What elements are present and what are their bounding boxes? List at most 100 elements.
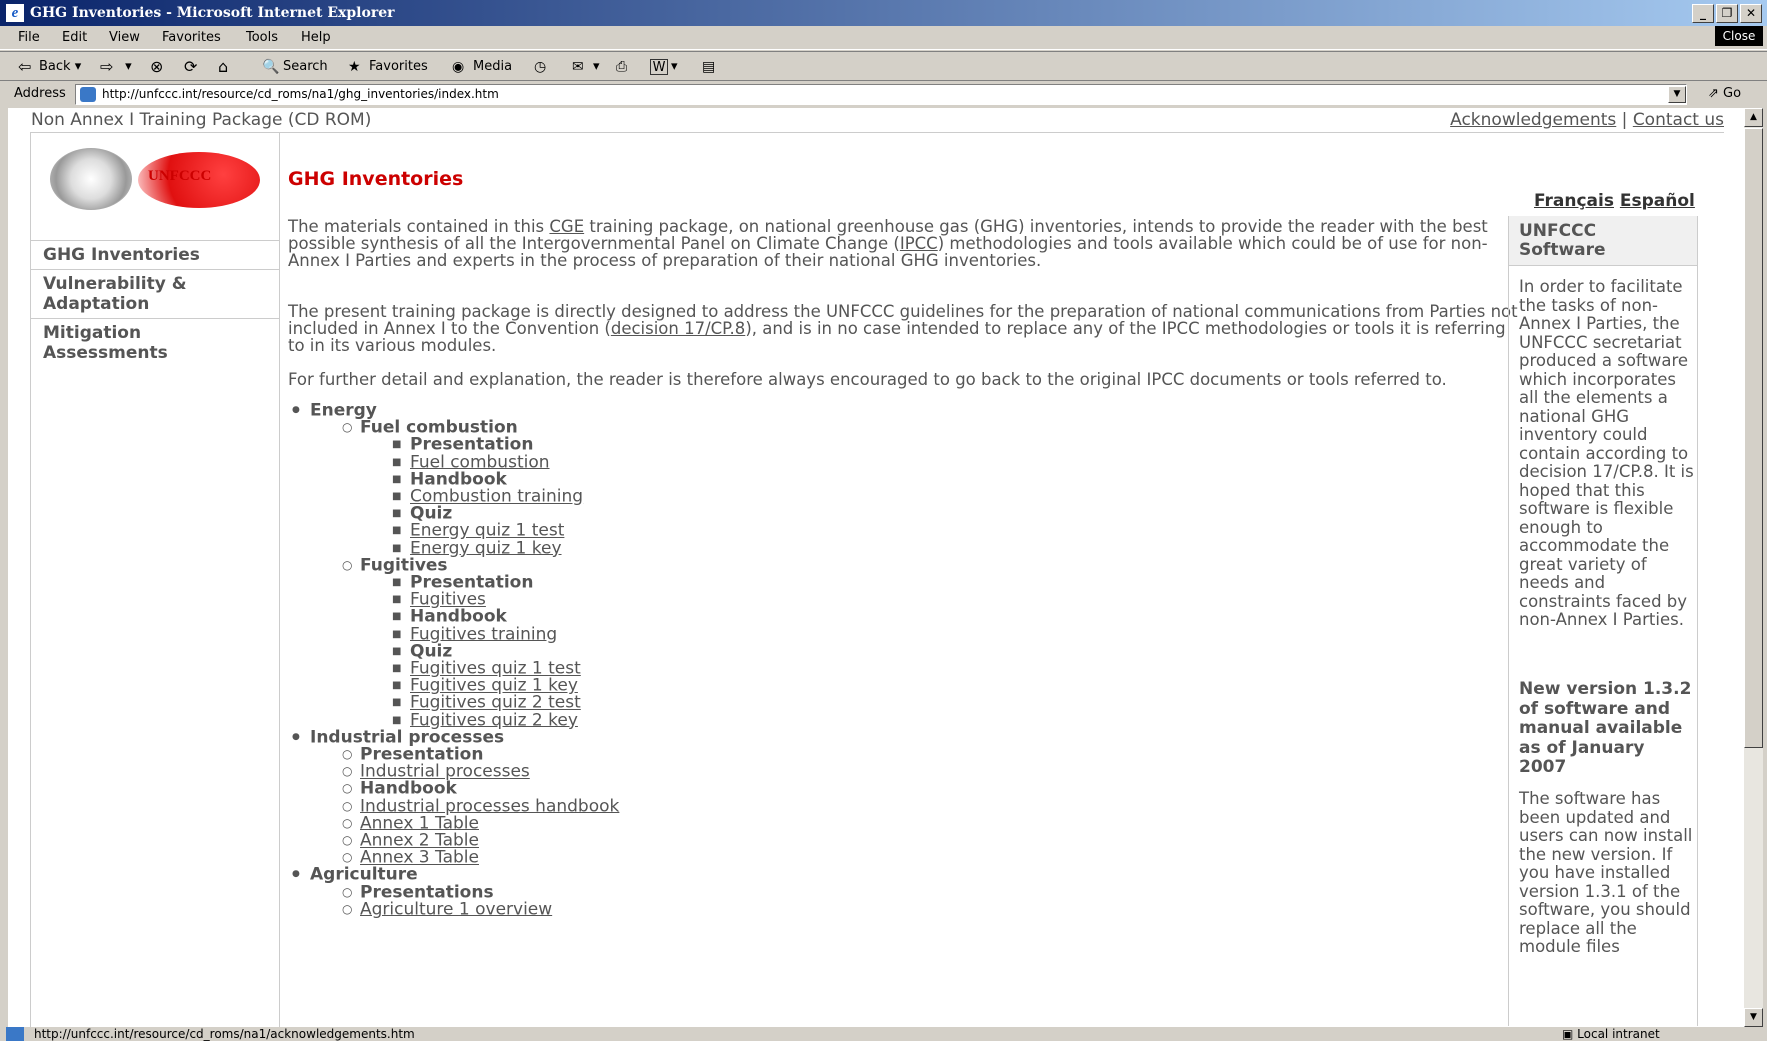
- further-detail-paragraph: For further detail and explanation, the …: [288, 370, 1447, 389]
- bullet-icon: ■: [392, 714, 402, 726]
- vertical-scrollbar[interactable]: ▲ ▼: [1744, 108, 1763, 1027]
- discuss-icon: ▤: [702, 58, 716, 75]
- bullet-icon: ●: [292, 405, 300, 415]
- menu-help[interactable]: Help: [301, 26, 331, 50]
- address-url: http://unfccc.int/resource/cd_roms/na1/g…: [102, 87, 499, 101]
- page-icon: [80, 87, 96, 102]
- bullet-icon: ■: [392, 439, 402, 451]
- menu-edit[interactable]: Edit: [62, 26, 87, 50]
- bullet-icon: ○: [342, 833, 353, 847]
- menu-view[interactable]: View: [109, 26, 140, 50]
- address-dropdown[interactable]: ▼: [1668, 86, 1686, 103]
- nav-mitigation-assessments[interactable]: Mitigation Assessments: [30, 318, 280, 367]
- language-links: Français Español: [1534, 191, 1695, 211]
- back-button[interactable]: ⇦ Back ▾: [18, 52, 81, 82]
- mail-button[interactable]: ✉ ▾: [572, 52, 600, 82]
- edit-button[interactable]: W ▾: [650, 52, 678, 82]
- contact-link[interactable]: Contact us: [1633, 110, 1724, 130]
- page-title: GHG Inventories: [288, 168, 464, 190]
- header-separator: |: [1621, 110, 1628, 130]
- history-button[interactable]: ◷: [534, 52, 555, 82]
- bullet-icon: ■: [392, 645, 402, 657]
- scroll-up-arrow[interactable]: ▲: [1744, 108, 1763, 127]
- bullet-icon: ○: [342, 798, 353, 813]
- bullet-icon: ●: [292, 869, 300, 880]
- software-panel: UNFCCC Software In order to facilitate t…: [1508, 216, 1698, 1026]
- guidelines-paragraph: The present training package is directly…: [288, 302, 1518, 355]
- print-icon: ⎙: [616, 58, 628, 75]
- refresh-icon: ⟳: [184, 56, 198, 76]
- decision-link[interactable]: decision 17/CP.8: [611, 319, 745, 338]
- page-viewport: Non Annex I Training Package (CD ROM) Ac…: [8, 108, 1744, 1027]
- mail-icon: ✉: [572, 58, 584, 75]
- menu-favorites[interactable]: Favorites: [162, 26, 221, 50]
- bullet-icon: ■: [392, 577, 402, 588]
- go-arrow-icon: ⇗: [1708, 86, 1719, 101]
- favorites-icon: ★: [348, 58, 361, 75]
- bullet-icon: ■: [392, 663, 402, 674]
- bullet-icon: ■: [392, 508, 402, 520]
- discuss-button[interactable]: ▤: [702, 52, 723, 82]
- bullet-icon: ○: [342, 850, 353, 865]
- title-bar: e GHG Inventories - Microsoft Internet E…: [0, 0, 1767, 26]
- search-button[interactable]: 🔍 Search: [262, 52, 328, 82]
- bullet-icon: ○: [342, 884, 353, 899]
- media-icon: ◉: [452, 58, 465, 75]
- intro-paragraph: The materials contained in this CGE trai…: [288, 217, 1488, 270]
- home-button[interactable]: ⌂: [218, 52, 239, 82]
- bullet-icon: ■: [392, 456, 402, 468]
- browser-window: e GHG Inventories - Microsoft Internet E…: [0, 0, 1767, 1041]
- scroll-down-arrow[interactable]: ▼: [1744, 1008, 1763, 1027]
- bullet-icon: ○: [342, 557, 353, 572]
- header-links: Acknowledgements | Contact us: [1450, 110, 1724, 130]
- un-emblem-icon: [50, 148, 132, 210]
- logo-text: UNFCCC: [148, 168, 212, 184]
- nav-ghg-inventories[interactable]: GHG Inventories: [30, 240, 280, 269]
- scroll-thumb[interactable]: [1744, 128, 1763, 748]
- espanol-link[interactable]: Español: [1620, 191, 1695, 211]
- left-nav: GHG Inventories Vulnerability & Adaptati…: [30, 240, 280, 367]
- bullet-icon: ○: [342, 815, 353, 830]
- close-button[interactable]: Close: [1715, 26, 1763, 46]
- stop-icon: ⊗: [150, 56, 164, 76]
- menu-bar: File Edit View Favorites Tools Help: [0, 26, 1767, 50]
- bullet-icon: ■: [392, 680, 402, 692]
- address-input[interactable]: http://unfccc.int/resource/cd_roms/na1/g…: [75, 84, 1687, 105]
- search-icon: 🔍: [262, 58, 280, 75]
- print-button[interactable]: ⎙: [616, 52, 637, 82]
- bullet-icon: ○: [342, 901, 353, 916]
- bullet-icon: ■: [392, 491, 402, 502]
- bullet-icon: ○: [342, 747, 353, 761]
- menu-file[interactable]: File: [18, 26, 40, 50]
- ie-icon: e: [6, 4, 24, 22]
- go-button[interactable]: ⇗ Go: [1708, 81, 1741, 107]
- status-bar: http://unfccc.int/resource/cd_roms/na1/a…: [0, 1027, 1767, 1041]
- tree-link[interactable]: Agriculture 1 overview: [360, 899, 552, 919]
- forward-button[interactable]: ⇨ ▾: [100, 52, 132, 82]
- bullet-icon: ■: [392, 697, 402, 709]
- bullet-icon: ■: [392, 473, 402, 485]
- tree-item[interactable]: ○ Agriculture 1 overview: [342, 901, 552, 919]
- minimize-button[interactable]: _: [1692, 4, 1714, 23]
- acknowledgements-link[interactable]: Acknowledgements: [1450, 110, 1616, 130]
- history-icon: ◷: [534, 58, 547, 75]
- maximize-button[interactable]: ❐: [1716, 4, 1738, 23]
- menu-tools[interactable]: Tools: [246, 26, 278, 50]
- bullet-icon: ○: [342, 420, 353, 435]
- refresh-button[interactable]: ⟳: [184, 52, 205, 82]
- home-icon: ⌂: [218, 56, 229, 76]
- forward-arrow-icon: ⇨: [100, 56, 114, 76]
- nav-vulnerability-adaptation[interactable]: Vulnerability & Adaptation: [30, 269, 280, 318]
- favorites-button[interactable]: ★ Favorites: [348, 52, 428, 82]
- bullet-icon: ■: [392, 628, 402, 640]
- stop-button[interactable]: ⊗: [150, 52, 171, 82]
- bullet-icon: ○: [342, 764, 353, 779]
- francais-link[interactable]: Français: [1534, 191, 1614, 211]
- back-arrow-icon: ⇦: [18, 56, 32, 76]
- address-label: Address: [14, 86, 66, 101]
- media-button[interactable]: ◉ Media: [452, 52, 512, 82]
- unfccc-logo: UNFCCC: [50, 148, 260, 216]
- software-version-notice: New version 1.3.2 of software and manual…: [1519, 679, 1692, 777]
- close-window-button[interactable]: ✕: [1740, 4, 1762, 23]
- software-update-text: The software has been updated and users …: [1519, 789, 1693, 956]
